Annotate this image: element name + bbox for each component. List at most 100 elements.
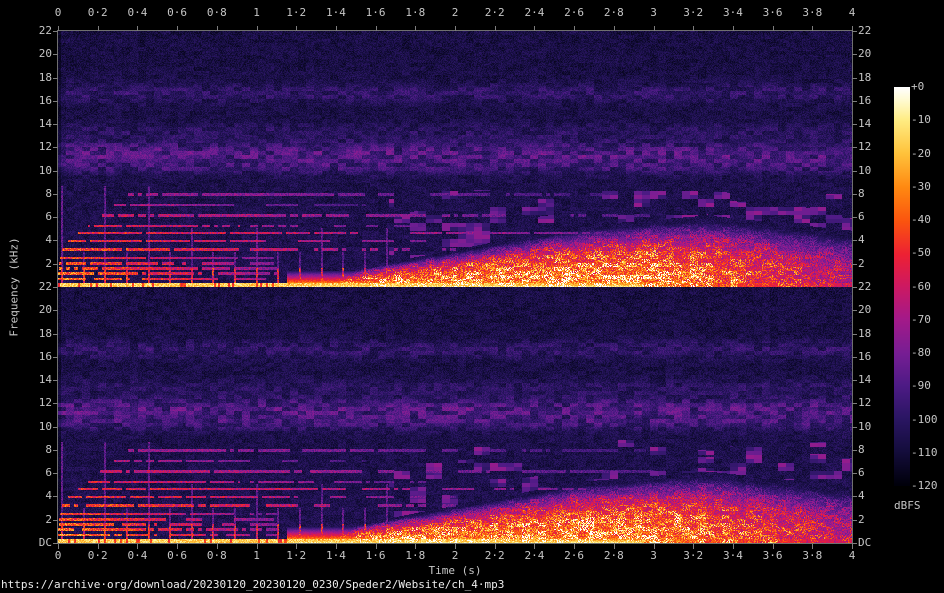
x-tick-label-bottom: 1: [253, 550, 260, 562]
freq-tick-label-right: 6: [858, 211, 865, 223]
x-tick-mark: [177, 544, 178, 549]
x-tick-label-top: 1·8: [405, 7, 425, 19]
freq-tick-label-left: 8: [20, 188, 52, 200]
freq-tick-mark: [53, 427, 58, 428]
freq-tick-mark: [53, 264, 58, 265]
freq-tick-label-left: 8: [20, 444, 52, 456]
x-tick-label-bottom: 2·4: [524, 550, 544, 562]
x-tick-mark: [654, 544, 655, 549]
freq-tick-label-left: 22: [20, 25, 52, 37]
colorbar-tick-label: -60: [911, 281, 931, 293]
x-tick-label-top: 1·4: [326, 7, 346, 19]
x-tick-mark: [574, 26, 575, 31]
x-tick-label-top: 0·8: [207, 7, 227, 19]
x-tick-mark: [534, 544, 535, 549]
colorbar-tick-label: -110: [911, 447, 938, 459]
spectrogram-channel-2: [58, 287, 852, 543]
freq-tick-mark: [53, 380, 58, 381]
freq-tick-mark: [53, 147, 58, 148]
x-tick-mark: [98, 544, 99, 549]
x-tick-label-top: 3: [650, 7, 657, 19]
freq-tick-label-left: 14: [20, 118, 52, 130]
x-tick-label-bottom: 3: [650, 550, 657, 562]
freq-tick-mark: [852, 287, 857, 288]
x-tick-mark: [693, 544, 694, 549]
freq-tick-label-left: 22: [20, 281, 52, 293]
x-tick-label-top: 1·2: [286, 7, 306, 19]
freq-tick-label-right: 22: [858, 281, 871, 293]
freq-tick-mark: [852, 310, 857, 311]
colorbar-tick-label: -120: [911, 480, 938, 492]
x-tick-label-top: 2: [452, 7, 459, 19]
spectrogram-figure: 000·20·20·40·40·60·60·80·8111·21·21·41·4…: [0, 0, 944, 593]
freq-tick-mark: [53, 101, 58, 102]
x-tick-mark: [376, 544, 377, 549]
freq-tick-label-left: 2: [20, 514, 52, 526]
x-tick-mark: [415, 544, 416, 549]
x-tick-label-top: 0: [55, 7, 62, 19]
colorbar-tick-label: -20: [911, 148, 931, 160]
x-tick-mark: [217, 544, 218, 549]
freq-tick-label-right: 18: [858, 328, 871, 340]
x-tick-label-top: 4: [849, 7, 856, 19]
colorbar-tick-label: -40: [911, 214, 931, 226]
x-tick-mark: [58, 544, 59, 549]
freq-tick-label-left: 4: [20, 234, 52, 246]
x-tick-label-top: 1: [253, 7, 260, 19]
x-tick-mark: [614, 26, 615, 31]
freq-tick-mark: [852, 496, 857, 497]
x-tick-mark: [773, 544, 774, 549]
colorbar-tick-label: -10: [911, 114, 931, 126]
freq-tick-label-left: 16: [20, 351, 52, 363]
x-tick-label-top: 1·6: [366, 7, 386, 19]
freq-tick-label-left: 12: [20, 397, 52, 409]
x-tick-label-top: 2·6: [564, 7, 584, 19]
colorbar-tick-label: -50: [911, 247, 931, 259]
x-tick-label-top: 3·8: [802, 7, 822, 19]
freq-tick-label-right: 12: [858, 397, 871, 409]
x-tick-mark: [534, 26, 535, 31]
x-axis-title: Time (s): [429, 564, 482, 577]
x-tick-label-bottom: 1·4: [326, 550, 346, 562]
x-tick-mark: [336, 26, 337, 31]
freq-tick-label-right: 22: [858, 25, 871, 37]
colorbar-tick-label: +0: [911, 81, 924, 93]
x-tick-mark: [336, 544, 337, 549]
colorbar-tick-label: -90: [911, 380, 931, 392]
freq-tick-label-left: 18: [20, 328, 52, 340]
freq-tick-mark: [852, 380, 857, 381]
colorbar-tick-label: -80: [911, 347, 931, 359]
freq-tick-mark: [852, 450, 857, 451]
freq-tick-label-right: 20: [858, 48, 871, 60]
freq-tick-label-right: 6: [858, 467, 865, 479]
freq-tick-label-left: 6: [20, 211, 52, 223]
x-tick-label-bottom: 2·2: [485, 550, 505, 562]
freq-tick-label-right: 10: [858, 165, 871, 177]
freq-tick-label-right: 8: [858, 188, 865, 200]
freq-tick-mark: [852, 264, 857, 265]
freq-tick-label-left: 14: [20, 374, 52, 386]
freq-tick-label-right: 10: [858, 421, 871, 433]
freq-tick-mark: [53, 194, 58, 195]
x-tick-label-bottom: 4: [849, 550, 856, 562]
x-tick-mark: [296, 544, 297, 549]
x-tick-label-top: 2·4: [524, 7, 544, 19]
freq-tick-mark: [53, 543, 58, 544]
freq-tick-mark: [852, 31, 857, 32]
x-tick-label-bottom: 3·8: [802, 550, 822, 562]
x-tick-mark: [773, 26, 774, 31]
x-tick-label-bottom: 2·8: [604, 550, 624, 562]
spectrogram-channel-1: [58, 31, 852, 287]
x-tick-mark: [574, 544, 575, 549]
x-tick-mark: [733, 26, 734, 31]
x-tick-label-bottom: 3·6: [763, 550, 783, 562]
x-tick-mark: [495, 544, 496, 549]
freq-tick-mark: [852, 78, 857, 79]
x-tick-label-bottom: 3·4: [723, 550, 743, 562]
freq-tick-mark: [852, 194, 857, 195]
x-tick-mark: [296, 26, 297, 31]
x-tick-label-top: 3·2: [683, 7, 703, 19]
freq-tick-label-left: 10: [20, 421, 52, 433]
freq-tick-mark: [852, 520, 857, 521]
freq-tick-mark: [53, 450, 58, 451]
